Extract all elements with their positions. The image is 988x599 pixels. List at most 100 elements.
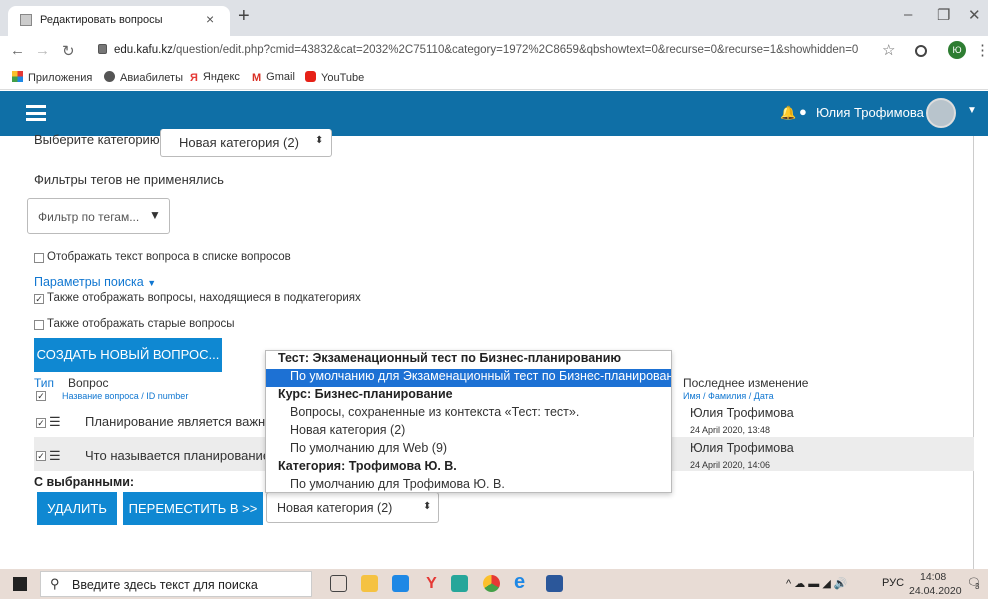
- yandex-icon: Я: [190, 72, 198, 84]
- search-icon: ⚲: [50, 576, 60, 591]
- list-icon: ☰: [49, 448, 61, 463]
- edge-icon[interactable]: e: [514, 571, 531, 593]
- page-favicon-icon: [20, 14, 32, 26]
- gmail-icon: M: [252, 72, 262, 84]
- tab-title: Редактировать вопросы: [40, 14, 163, 26]
- category-label: Выберите категорию:: [34, 132, 164, 147]
- tag-filter[interactable]: Фильтр по тегам... ▼: [27, 198, 170, 234]
- dropdown-option[interactable]: Вопросы, сохраненные из контекста «Тест:…: [266, 405, 671, 423]
- browser-tab[interactable]: Редактировать вопросы ×: [8, 6, 230, 36]
- delete-button[interactable]: УДАЛИТЬ: [37, 492, 117, 525]
- row-author: Юлия Трофимова: [690, 406, 794, 420]
- dropdown-group: Курс: Бизнес-планирование: [278, 387, 453, 401]
- clock-date[interactable]: 24.04.2020: [909, 585, 962, 597]
- dropdown-option[interactable]: По умолчанию для Трофимова Ю. В.: [266, 477, 671, 492]
- select-arrows-icon: ⬍: [315, 135, 324, 146]
- notification-count: 3: [975, 582, 980, 591]
- row-checkbox[interactable]: ✓: [36, 451, 46, 461]
- list-icon: ☰: [49, 414, 61, 429]
- youtube-icon: [305, 71, 316, 82]
- question-column-header: Вопрос: [68, 376, 109, 390]
- question-name: Что называется планированием?: [85, 448, 287, 463]
- caret-down-icon: ▼: [147, 278, 157, 288]
- yandex-browser-icon[interactable]: Y: [423, 575, 440, 592]
- question-sort-links[interactable]: Название вопроса / ID number: [62, 391, 188, 401]
- keyboard-language[interactable]: РУС: [882, 577, 904, 589]
- show-old-label: Также отображать старые вопросы: [47, 318, 235, 330]
- row-date: 24 April 2020, 14:06: [690, 460, 771, 470]
- create-question-button[interactable]: СОЗДАТЬ НОВЫЙ ВОПРОС...: [34, 338, 222, 372]
- dropdown-option[interactable]: Новая категория (2): [266, 423, 671, 441]
- select-arrows-icon: ⬍: [423, 501, 432, 512]
- tag-filter-placeholder: Фильтр по тегам...: [38, 210, 140, 224]
- bookmark-aviabilety[interactable]: Авиабилеты: [104, 71, 183, 84]
- move-target-dropdown-list[interactable]: Тест: Экзаменационный тест по Бизнес-пла…: [265, 350, 672, 493]
- tab-close-icon[interactable]: ×: [206, 11, 214, 27]
- word-icon[interactable]: [546, 575, 563, 592]
- search-params-link[interactable]: Параметры поиска ▼: [34, 275, 156, 289]
- minimize-icon[interactable]: –: [904, 6, 912, 23]
- select-all-checkbox[interactable]: ✓: [36, 391, 46, 401]
- taskbar-search[interactable]: ⚲ Введите здесь текст для поиска: [40, 571, 312, 597]
- show-question-text-label: Отображать текст вопроса в списке вопрос…: [47, 251, 291, 263]
- user-menu-caret-icon[interactable]: ▼: [967, 105, 977, 116]
- bookmark-apps[interactable]: Приложения: [12, 71, 92, 84]
- browser-tabstrip: Редактировать вопросы × + – ❐ ✕: [0, 0, 988, 36]
- file-explorer-icon[interactable]: [361, 575, 378, 592]
- forward-icon[interactable]: →: [35, 42, 50, 59]
- back-icon[interactable]: ←: [10, 42, 25, 59]
- dropdown-group: Категория: Трофимова Ю. В.: [278, 459, 457, 473]
- include-subcategories-label: Также отображать вопросы, находящиеся в …: [47, 292, 361, 304]
- show-question-text-checkbox[interactable]: [34, 253, 44, 263]
- dropdown-option[interactable]: По умолчанию для Экзаменационный тест по…: [266, 369, 671, 387]
- question-name: Планирование является важнейш: [85, 414, 291, 429]
- apps-grid-icon: [12, 71, 23, 82]
- tags-note: Фильтры тегов не применялись: [34, 172, 224, 187]
- messages-icon[interactable]: ●: [799, 104, 807, 119]
- dropdown-group: Тест: Экзаменационный тест по Бизнес-пла…: [278, 351, 622, 365]
- move-target-select[interactable]: Новая категория (2) ⬍: [266, 492, 439, 523]
- profile-avatar[interactable]: Ю: [948, 41, 966, 59]
- browser-menu-icon[interactable]: ⋮: [975, 41, 988, 59]
- modified-sort-links[interactable]: Имя / Фамилия / Дата: [683, 391, 774, 401]
- notification-bell-icon[interactable]: 🔔: [780, 105, 796, 121]
- with-selected-label: С выбранными:: [34, 475, 135, 489]
- move-to-button[interactable]: ПЕРЕМЕСТИТЬ В >>: [123, 492, 263, 525]
- type-column-header[interactable]: Тип: [34, 376, 54, 390]
- include-subcategories-checkbox[interactable]: ✓: [34, 294, 44, 304]
- restore-icon[interactable]: ❐: [937, 6, 950, 24]
- show-old-checkbox[interactable]: [34, 320, 44, 330]
- new-tab-button[interactable]: +: [238, 5, 250, 28]
- window-close-icon[interactable]: ✕: [968, 6, 981, 24]
- windows-start-icon[interactable]: [13, 577, 27, 591]
- reload-icon[interactable]: ↻: [62, 42, 75, 60]
- task-view-icon[interactable]: [330, 575, 347, 592]
- site-header: 🔔 ● Юлия Трофимова ▼: [0, 91, 988, 136]
- bookmark-star-icon[interactable]: ☆: [882, 41, 895, 59]
- tray-icons[interactable]: ^ ☁ ▬ ◢ 🔊: [786, 577, 848, 590]
- bookmarks-bar: Приложения Авиабилеты Я Яндекс M Gmail You…: [0, 66, 988, 90]
- chrome-icon[interactable]: [483, 575, 500, 592]
- move-target-value: Новая категория (2): [277, 501, 393, 515]
- category-select[interactable]: Новая категория (2) ⬍: [160, 129, 332, 157]
- menu-hamburger-icon[interactable]: [26, 105, 46, 121]
- bookmark-yandex[interactable]: Я Яндекс: [190, 71, 240, 84]
- url-bar[interactable]: edu.kafu.kz/question/edit.php?cmid=43832…: [92, 39, 862, 63]
- clock-time[interactable]: 14:08: [920, 571, 946, 583]
- mail-icon[interactable]: [392, 575, 409, 592]
- modified-column-header: Последнее изменение: [683, 376, 809, 390]
- row-checkbox[interactable]: ✓: [36, 418, 46, 428]
- bookmark-youtube[interactable]: YouTube: [305, 71, 364, 84]
- email-client-icon[interactable]: [451, 575, 468, 592]
- globe-icon: [104, 71, 115, 82]
- user-avatar[interactable]: [926, 98, 956, 128]
- taskbar-search-placeholder: Введите здесь текст для поиска: [72, 578, 258, 592]
- extension-icon[interactable]: [915, 45, 927, 57]
- address-bar-row: ← → ↻ edu.kafu.kz/question/edit.php?cmid…: [0, 36, 988, 66]
- row-date: 24 April 2020, 13:48: [690, 425, 771, 435]
- dropdown-option[interactable]: По умолчанию для Web (9): [266, 441, 671, 459]
- content-border: [973, 136, 974, 569]
- user-name[interactable]: Юлия Трофимова: [816, 105, 924, 120]
- windows-taskbar: ⚲ Введите здесь текст для поиска Y e ^ ☁…: [0, 569, 988, 599]
- bookmark-gmail[interactable]: M Gmail: [252, 71, 295, 84]
